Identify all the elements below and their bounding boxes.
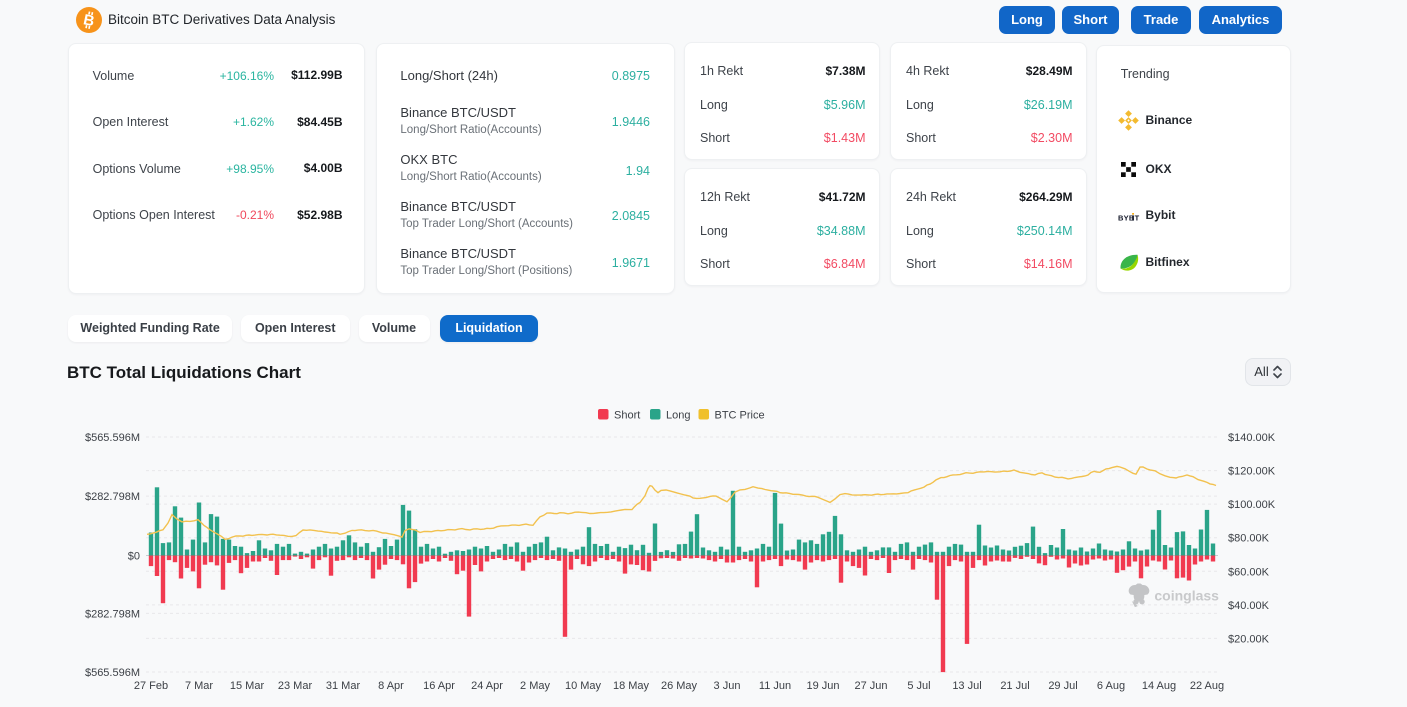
svg-text:$565.596M: $565.596M (85, 667, 140, 679)
svg-text:27 Feb: 27 Feb (134, 680, 168, 692)
svg-text:$100.00K: $100.00K (1228, 499, 1276, 511)
svg-text:7 Mar: 7 Mar (185, 680, 213, 692)
svg-text:$40.00K: $40.00K (1228, 600, 1270, 612)
svg-text:$282.798M: $282.798M (85, 608, 140, 620)
svg-text:6 Aug: 6 Aug (1097, 680, 1125, 692)
svg-text:22 Aug: 22 Aug (1190, 680, 1224, 692)
svg-text:16 Apr: 16 Apr (423, 680, 455, 692)
svg-text:2 May: 2 May (520, 680, 550, 692)
svg-text:27 Jun: 27 Jun (854, 680, 887, 692)
svg-text:$80.00K: $80.00K (1228, 533, 1270, 545)
svg-text:23 Mar: 23 Mar (278, 680, 313, 692)
svg-text:$140.00K: $140.00K (1228, 432, 1276, 444)
svg-text:29 Jul: 29 Jul (1048, 680, 1077, 692)
svg-text:$0: $0 (128, 551, 140, 563)
svg-text:Long: Long (666, 410, 690, 422)
svg-text:11 Jun: 11 Jun (759, 680, 791, 692)
svg-text:10 May: 10 May (565, 680, 602, 692)
svg-text:26 May: 26 May (661, 680, 698, 692)
svg-text:14 Aug: 14 Aug (1142, 680, 1176, 692)
svg-text:$20.00K: $20.00K (1228, 633, 1270, 645)
svg-text:$120.00K: $120.00K (1228, 466, 1276, 478)
svg-text:8 Apr: 8 Apr (378, 680, 404, 692)
svg-text:3 Jun: 3 Jun (714, 680, 741, 692)
svg-text:18 May: 18 May (613, 680, 650, 692)
svg-text:$565.596M: $565.596M (85, 432, 140, 444)
svg-text:$282.798M: $282.798M (85, 491, 140, 503)
svg-text:19 Jun: 19 Jun (806, 680, 839, 692)
svg-text:T: T (1135, 214, 1140, 222)
svg-text:5 Jul: 5 Jul (907, 680, 930, 692)
svg-text:31 Mar: 31 Mar (326, 680, 361, 692)
svg-text:15 Mar: 15 Mar (230, 680, 265, 692)
svg-text:24 Apr: 24 Apr (471, 680, 503, 692)
svg-text:13 Jul: 13 Jul (952, 680, 981, 692)
svg-text:21 Jul: 21 Jul (1000, 680, 1029, 692)
svg-text:coinglass: coinglass (1154, 588, 1219, 604)
svg-text:$60.00K: $60.00K (1228, 566, 1270, 578)
svg-text:BTC Price: BTC Price (715, 410, 765, 422)
svg-text:Short: Short (614, 410, 640, 422)
